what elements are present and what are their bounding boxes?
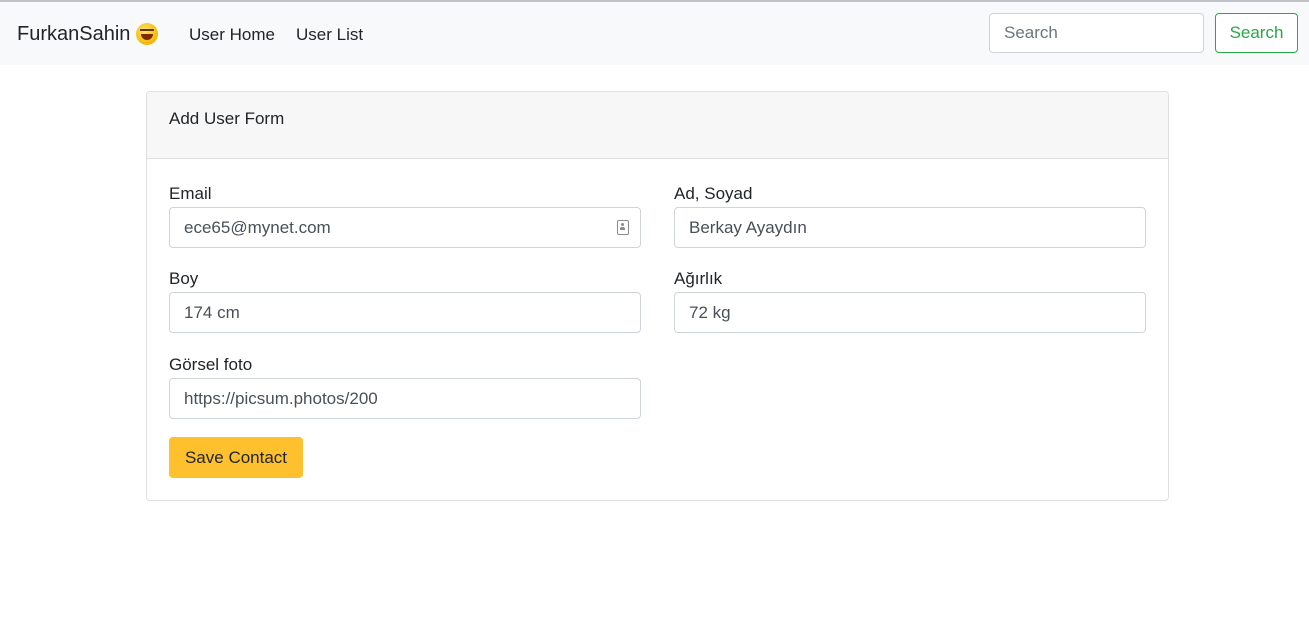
add-user-card: Add User Form Email ece65@mynet.com Ad, … <box>146 91 1169 501</box>
search-button[interactable]: Search <box>1215 13 1298 53</box>
name-value: Berkay Ayaydın <box>689 218 807 237</box>
navbar: FurkanSahin User Home User List Search <box>0 2 1309 65</box>
nav-link-user-list[interactable]: User List <box>296 24 363 46</box>
photo-value: https://picsum.photos/200 <box>184 389 378 408</box>
height-value: 174 cm <box>184 303 240 322</box>
name-field[interactable]: Berkay Ayaydın <box>674 207 1146 248</box>
card-header: Add User Form <box>147 92 1168 159</box>
weight-label: Ağırlık <box>674 269 723 288</box>
grinning-squinting-face-icon <box>136 23 159 45</box>
height-field[interactable]: 174 cm <box>169 292 641 333</box>
nav-link-user-home[interactable]: User Home <box>189 24 275 46</box>
search-input[interactable] <box>989 13 1204 53</box>
brand-text: FurkanSahin <box>17 23 131 45</box>
brand[interactable]: FurkanSahin <box>17 21 159 47</box>
card-title: Add User Form <box>169 109 285 128</box>
email-value: ece65@mynet.com <box>184 218 331 237</box>
height-label: Boy <box>169 269 199 288</box>
save-contact-button[interactable]: Save Contact <box>169 437 303 478</box>
photo-label: Görsel foto <box>169 355 253 374</box>
email-label: Email <box>169 184 212 203</box>
weight-value: 72 kg <box>689 303 731 322</box>
weight-field[interactable]: 72 kg <box>674 292 1146 333</box>
email-field[interactable]: ece65@mynet.com <box>169 207 641 248</box>
contact-card-icon[interactable] <box>617 220 629 235</box>
name-label: Ad, Soyad <box>674 184 753 203</box>
photo-field[interactable]: https://picsum.photos/200 <box>169 378 641 419</box>
